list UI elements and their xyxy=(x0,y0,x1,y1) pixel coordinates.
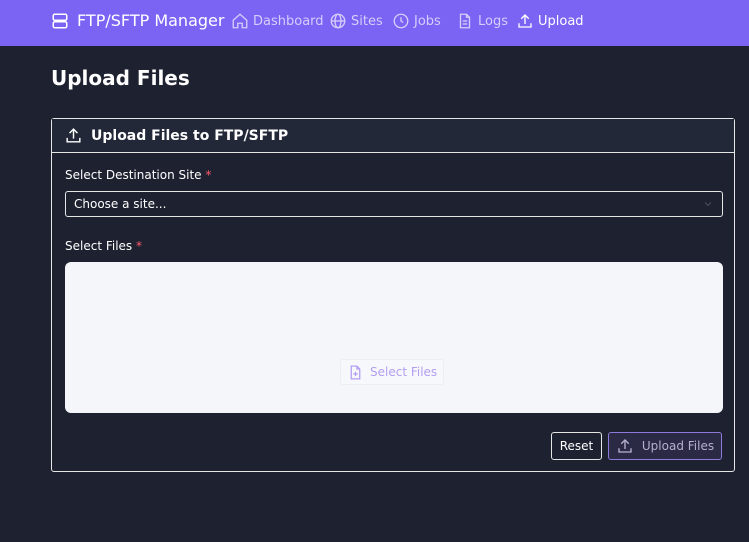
upload-icon xyxy=(518,14,532,28)
destination-select-value: Choose a site... xyxy=(74,197,167,211)
nav-label-upload: Upload xyxy=(538,13,584,29)
brand[interactable]: FTP/SFTP Manager xyxy=(51,11,224,30)
select-files-button[interactable]: Select Files xyxy=(340,359,445,385)
clock-icon xyxy=(393,13,409,29)
files-label: Select Files * xyxy=(65,239,142,253)
document-icon xyxy=(459,13,471,29)
nav-label-logs: Logs xyxy=(478,13,508,29)
nav-item-jobs[interactable]: Jobs xyxy=(392,12,441,30)
page-title: Upload Files xyxy=(51,66,190,90)
home-icon xyxy=(232,13,248,29)
reset-button-label: Reset xyxy=(559,439,594,453)
nav-item-logs[interactable]: Logs xyxy=(456,12,508,30)
reset-button[interactable]: Reset xyxy=(551,432,602,460)
nav-item-dashboard[interactable]: Dashboard xyxy=(231,12,324,30)
select-files-label: Select Files xyxy=(370,365,438,379)
files-label-text: Select Files xyxy=(65,239,133,253)
file-dropzone[interactable]: Select Files xyxy=(65,262,723,413)
required-marker: * xyxy=(205,168,212,182)
required-marker: * xyxy=(136,239,142,253)
destination-label-text: Select Destination Site xyxy=(65,168,202,182)
upload-icon xyxy=(66,128,81,143)
nav-label-jobs: Jobs xyxy=(414,13,441,29)
card-header: Upload Files to FTP/SFTP xyxy=(52,119,734,153)
upload-button-label: Upload Files xyxy=(641,439,715,453)
chevron-down-icon xyxy=(704,202,712,207)
server-icon xyxy=(52,13,68,28)
upload-icon xyxy=(618,439,632,453)
destination-label: Select Destination Site * xyxy=(65,168,211,182)
nav-item-sites[interactable]: Sites xyxy=(329,12,383,30)
upload-files-button[interactable]: Upload Files xyxy=(608,432,722,460)
card-title: Upload Files to FTP/SFTP xyxy=(91,127,289,144)
brand-title: FTP/SFTP Manager xyxy=(77,11,225,30)
file-plus-icon xyxy=(350,364,361,380)
destination-site-select[interactable]: Choose a site... xyxy=(65,191,723,217)
nav-item-upload[interactable]: Upload xyxy=(516,12,584,30)
nav-label-dashboard: Dashboard xyxy=(253,13,324,29)
upload-card: Upload Files to FTP/SFTP Select Destinat… xyxy=(51,118,735,472)
globe-icon xyxy=(330,13,346,29)
nav-label-sites: Sites xyxy=(351,13,383,29)
top-navbar: FTP/SFTP Manager Dashboard Sites Jobs Lo… xyxy=(0,0,749,46)
